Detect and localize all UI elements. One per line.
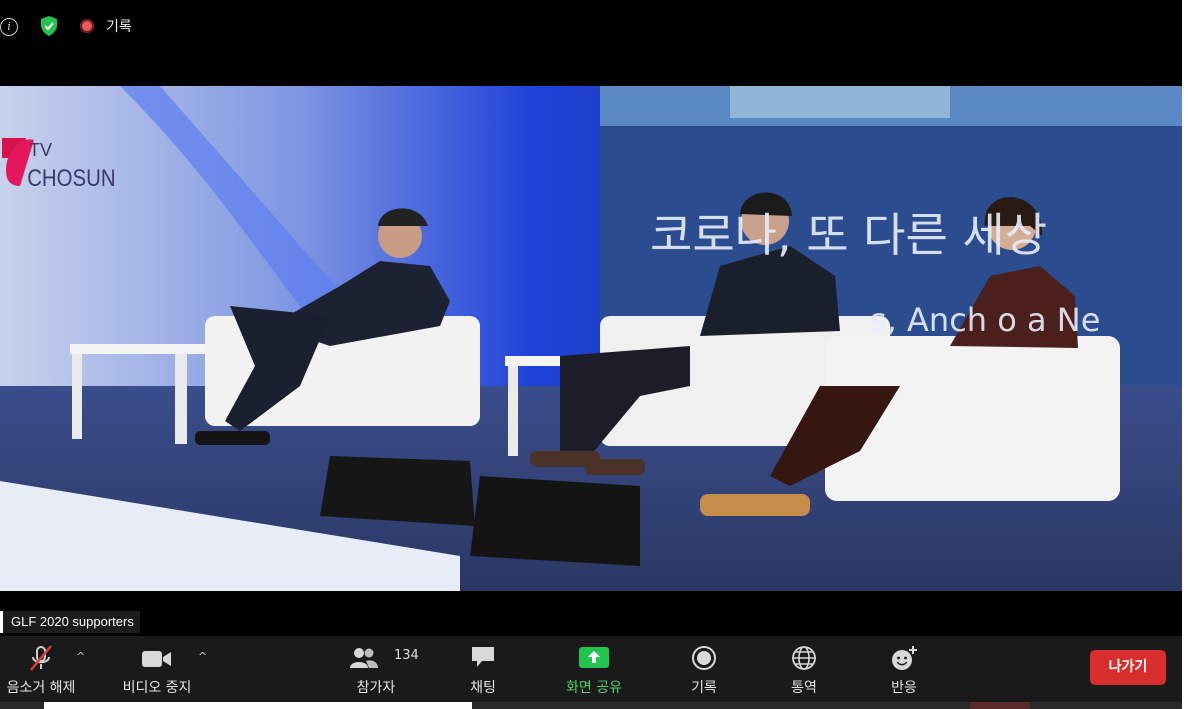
unmute-label: 음소거 해제 [6, 680, 76, 696]
stop-video-button[interactable]: 비디오 중지 [112, 636, 202, 702]
record-label: 기록 [691, 680, 717, 696]
share-screen-icon [579, 647, 609, 668]
add-reaction-icon [892, 646, 917, 670]
participants-label: 참가자 [356, 680, 396, 696]
unmute-button[interactable]: 음소거 해제 [0, 636, 82, 702]
participants-count: 134 [394, 648, 419, 663]
stage-title-text: 코로나, 또 다른 세상 [650, 208, 1047, 262]
recording-indicator-icon[interactable] [80, 19, 94, 33]
stop-video-label: 비디오 중지 [122, 680, 192, 696]
muted-microphone-icon [30, 645, 52, 671]
share-screen-button[interactable]: 화면 공유 [550, 636, 638, 702]
svg-text:CHOSUN: CHOSUN [27, 164, 115, 191]
chat-label: 채팅 [470, 680, 496, 696]
record-icon [692, 646, 716, 670]
participants-icon [350, 648, 378, 668]
channel-logo-text: TV [29, 140, 52, 160]
reactions-label: 반응 [891, 680, 917, 696]
video-camera-icon [142, 651, 171, 667]
meeting-toolbar: 음소거 해제 ^ 비디오 중지 ^ 참가자 134 채팅 화면 공유 기록 통역… [0, 636, 1182, 702]
meeting-info-icon[interactable]: i [0, 18, 18, 36]
video-letterbox [0, 591, 1182, 636]
reactions-button[interactable]: 반응 [870, 636, 938, 702]
audio-options-chevron-icon[interactable]: ^ [76, 650, 85, 663]
taskbar-window-preview-2 [970, 702, 1030, 709]
interpretation-button[interactable]: 통역 [770, 636, 838, 702]
meeting-top-bar: i 기록 [0, 0, 1182, 86]
participants-button[interactable]: 참가자 [340, 636, 412, 702]
share-screen-label: 화면 공유 [566, 680, 622, 696]
encryption-shield-icon[interactable] [39, 15, 59, 37]
globe-icon [792, 646, 816, 670]
stage-scene: TV CHOSUN 코로나, 또 다른 세상 s, Anch o a Ne [0, 86, 1182, 591]
participant-name-tag: GLF 2020 supporters [0, 611, 140, 633]
chat-button[interactable]: 채팅 [448, 636, 518, 702]
video-options-chevron-icon[interactable]: ^ [198, 650, 207, 663]
taskbar-strip [0, 702, 1182, 709]
window-edge [1182, 0, 1188, 709]
interpretation-label: 통역 [791, 680, 817, 696]
chat-bubble-icon [472, 647, 494, 667]
taskbar-window-preview [44, 702, 472, 709]
leave-meeting-button[interactable]: 나가기 [1090, 650, 1166, 685]
stage-subtitle-text: s, Anch o a Ne [870, 301, 1100, 339]
recording-label: 기록 [106, 19, 132, 35]
record-button[interactable]: 기록 [670, 636, 738, 702]
shared-video: TV CHOSUN 코로나, 또 다른 세상 s, Anch o a Ne [0, 86, 1182, 591]
